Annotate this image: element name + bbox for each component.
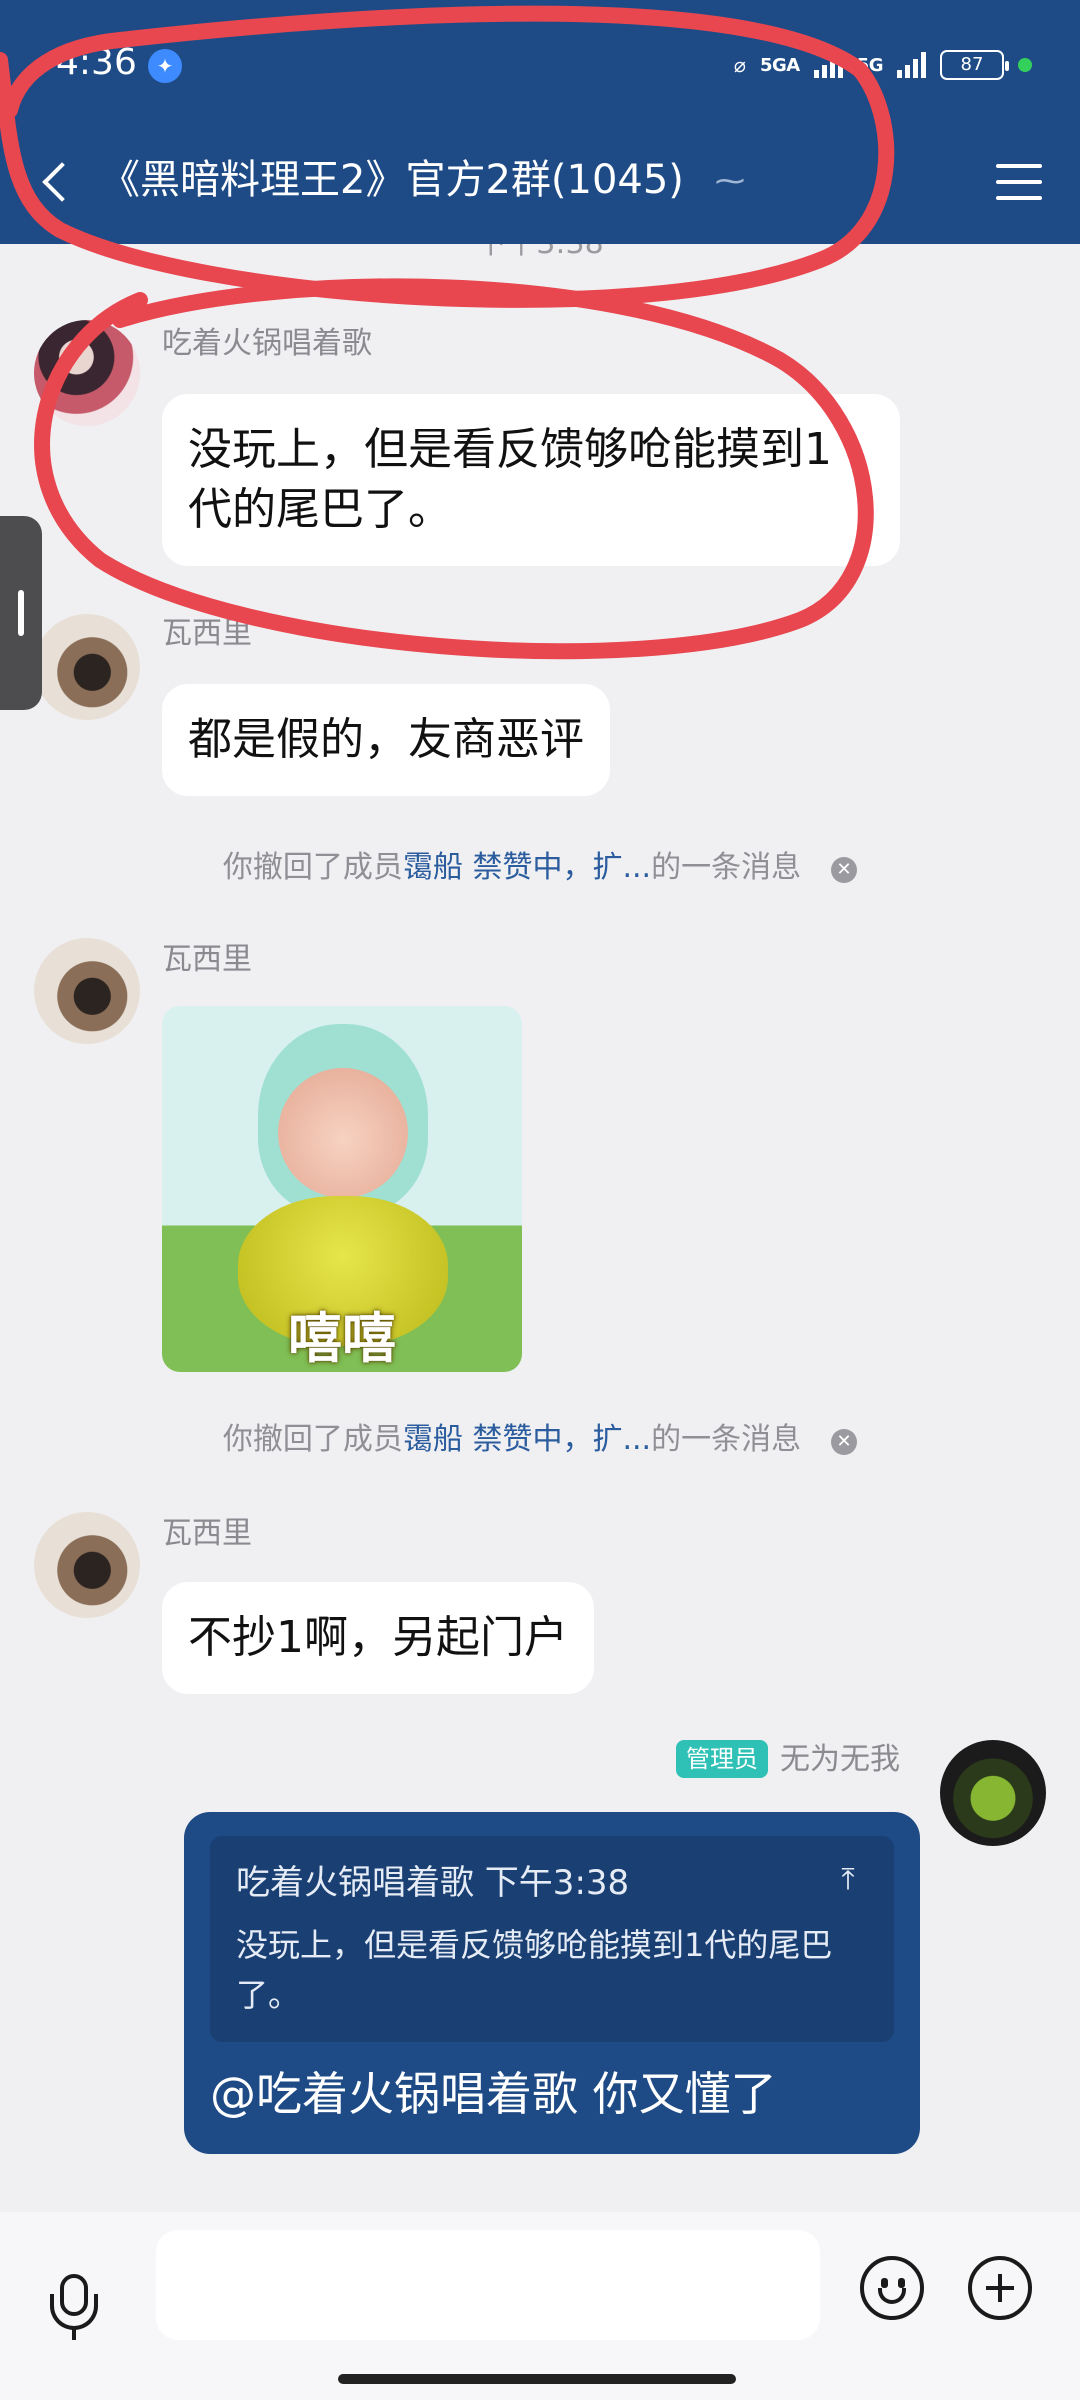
- plus-icon-stroke: [998, 2274, 1002, 2302]
- battery-icon: 87: [940, 50, 1009, 80]
- avatar[interactable]: [34, 938, 140, 1044]
- sticker-face: [278, 1068, 408, 1198]
- mic-icon-leg: [72, 2328, 76, 2340]
- mic-icon-stand: [50, 2294, 98, 2330]
- quote-header: 吃着火锅唱着歌 下午3:38: [236, 1863, 630, 1903]
- smiley-icon: [881, 2278, 888, 2288]
- network-5g-label: 5G: [856, 54, 884, 76]
- menu-button[interactable]: [990, 154, 1046, 210]
- message-timestamp: 下午3:38: [0, 244, 1080, 266]
- message-bubble-self[interactable]: 吃着火锅唱着歌 下午3:38 ⤒ 没玩上，但是看反馈够呛能摸到1代的尾巴了。 @…: [184, 1812, 920, 2154]
- quote-body: 没玩上，但是看反馈够呛能摸到1代的尾巴了。: [236, 1926, 833, 2014]
- signal-bars-icon: [813, 52, 843, 78]
- network-5ga-label: 5GA: [759, 54, 800, 76]
- status-time: 4:36: [56, 42, 137, 83]
- message-bubble[interactable]: 没玩上，但是看反馈够呛能摸到1代的尾巴了。: [162, 394, 900, 566]
- sticker-image[interactable]: 嘻嘻: [162, 1006, 522, 1372]
- recall-notice: 你撤回了成员霭船 禁赞中，扩...的一条消息 ✕: [0, 846, 1080, 890]
- admin-badge: 管理员: [676, 1740, 768, 1778]
- smiley-icon-eye: [898, 2278, 905, 2288]
- quoted-message[interactable]: 吃着火锅唱着歌 下午3:38 ⤒ 没玩上，但是看反馈够呛能摸到1代的尾巴了。: [210, 1836, 894, 2042]
- sender-name: 瓦西里: [162, 942, 252, 977]
- recall-suffix: 的一条消息: [651, 850, 802, 885]
- side-drawer-handle[interactable]: [0, 516, 42, 710]
- sender-name: 瓦西里: [162, 1516, 252, 1551]
- home-indicator[interactable]: [338, 2374, 736, 2384]
- earpiece-mode-icon[interactable]: ⁓: [712, 160, 748, 204]
- avatar[interactable]: [34, 1512, 140, 1618]
- close-icon[interactable]: ✕: [831, 857, 858, 883]
- alarm-off-icon: ⌀: [733, 53, 746, 77]
- recalled-member-link[interactable]: 霭船 禁赞中，扩...: [403, 1422, 651, 1457]
- smiley-icon-mouth: [878, 2288, 906, 2304]
- emoji-button[interactable]: [860, 2256, 924, 2320]
- status-bar: 4:36 ✦ ⌀ 5GA 5G 87: [0, 0, 1080, 120]
- message-input[interactable]: [156, 2230, 820, 2340]
- jump-to-original-icon[interactable]: ⤒: [828, 1860, 868, 1900]
- group-title[interactable]: 《黑暗料理王2》官方2群(1045): [100, 150, 684, 210]
- more-actions-button[interactable]: [968, 2256, 1032, 2320]
- app-notification-icon: ✦: [148, 49, 182, 83]
- close-icon[interactable]: ✕: [831, 1429, 858, 1455]
- privacy-indicator-dot: [1018, 58, 1032, 72]
- message-bubble[interactable]: 都是假的，友商恶评: [162, 684, 610, 796]
- recall-prefix: 你撤回了成员: [222, 1422, 403, 1457]
- nav-bar: 《黑暗料理王2》官方2群(1045) ⁓: [0, 120, 1080, 244]
- input-bar: [0, 2212, 1080, 2400]
- sticker-caption: 嘻嘻: [288, 1307, 396, 1370]
- sender-name: 吃着火锅唱着歌: [162, 326, 372, 361]
- chat-header: 4:36 ✦ ⌀ 5GA 5G 87 《黑暗料理王2》官方2群(1045) ⁓: [0, 0, 1080, 244]
- signal-bars-icon: [897, 52, 926, 78]
- message-list[interactable]: 下午3:38 吃着火锅唱着歌 没玩上，但是看反馈够呛能摸到1代的尾巴了。 瓦西里…: [0, 244, 1080, 2212]
- sender-name: 无为无我: [780, 1742, 900, 1777]
- recalled-member-link[interactable]: 霭船 禁赞中，扩...: [403, 850, 651, 885]
- message-text: @吃着火锅唱着歌 你又懂了: [210, 2067, 777, 2121]
- recall-prefix: 你撤回了成员: [222, 850, 403, 885]
- recall-suffix: 的一条消息: [651, 1422, 802, 1457]
- message-bubble[interactable]: 不抄1啊，另起门户: [162, 1582, 594, 1694]
- recall-notice: 你撤回了成员霭船 禁赞中，扩...的一条消息 ✕: [0, 1418, 1080, 1462]
- avatar[interactable]: [34, 614, 140, 720]
- avatar[interactable]: [34, 320, 140, 426]
- sender-name: 瓦西里: [162, 616, 252, 651]
- status-indicators: ⌀ 5GA 5G 87: [734, 48, 1032, 82]
- avatar[interactable]: [940, 1740, 1046, 1846]
- voice-input-button[interactable]: [44, 2268, 104, 2344]
- back-button[interactable]: [30, 154, 86, 210]
